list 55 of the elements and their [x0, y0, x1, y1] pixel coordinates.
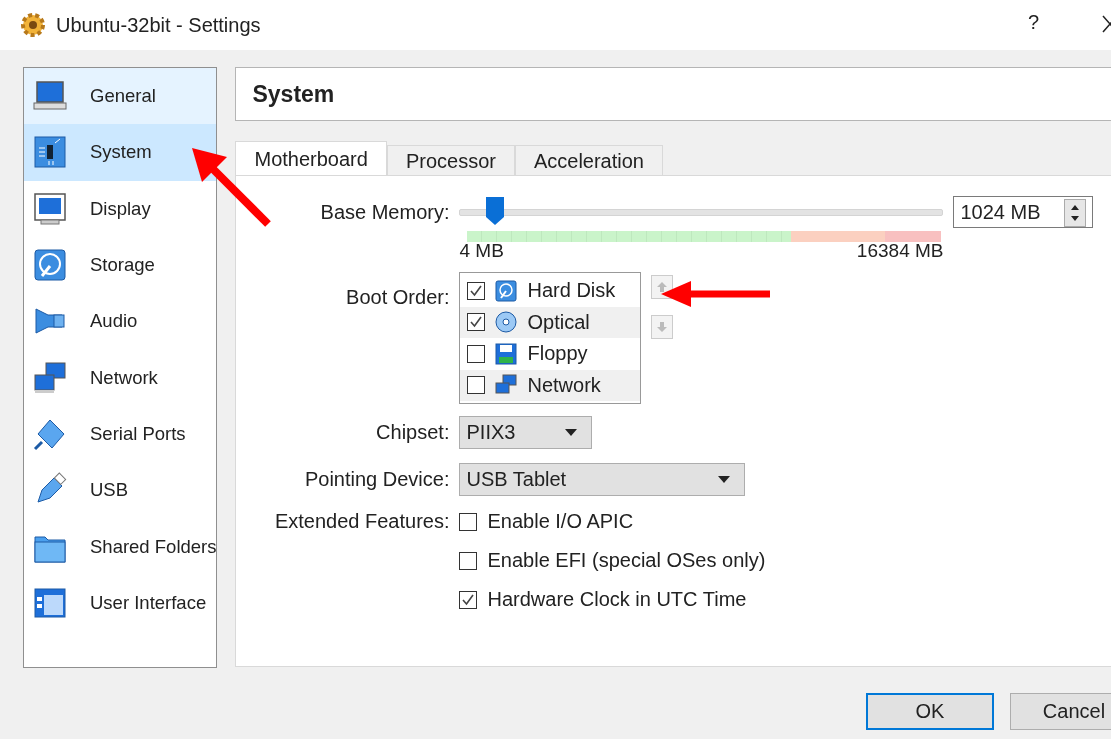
- checkbox-label: Enable EFI (special OSes only): [487, 549, 766, 572]
- checkbox[interactable]: [459, 512, 478, 531]
- up-arrow-icon: [656, 281, 669, 293]
- checkbox[interactable]: [467, 344, 486, 363]
- scale-label: 16384 MB: [856, 240, 944, 262]
- spin-arrows-icon[interactable]: [1064, 199, 1087, 227]
- sidebar-item[interactable]: Audio: [24, 293, 217, 350]
- sidebar-item[interactable]: Serial Ports: [24, 405, 217, 463]
- boot-device-label: Floppy: [527, 342, 588, 366]
- disc-icon: [494, 310, 519, 335]
- pointing-device-dropdown[interactable]: USB Tablet: [459, 463, 746, 496]
- field-label: Base Memory:: [319, 200, 451, 224]
- field-label: Chipset:: [375, 421, 451, 444]
- page-header: System: [235, 67, 1111, 121]
- tab[interactable]: Motherboard: [235, 141, 387, 176]
- checkbox-label: Hardware Clock in UTC Time: [487, 588, 747, 611]
- sidebar-item[interactable]: System: [24, 124, 217, 181]
- sidebar-item[interactable]: User Interface: [24, 574, 217, 631]
- scale-label: 4 MB: [459, 240, 504, 262]
- tab[interactable]: Processor: [386, 145, 515, 176]
- window-title: Ubuntu-32bit - Settings: [56, 13, 261, 37]
- caret-icon: [718, 476, 731, 483]
- sidebar-item[interactable]: Shared Folders: [24, 518, 217, 575]
- network-icon: [32, 359, 68, 396]
- chipset-dropdown[interactable]: PIIX3: [459, 416, 593, 449]
- chip-icon: [32, 134, 68, 171]
- floppy-icon: [494, 341, 519, 366]
- checkbox[interactable]: [467, 313, 486, 332]
- field-label: Pointing Device:: [303, 468, 451, 491]
- dialog-button[interactable]: Cancel: [1010, 693, 1111, 730]
- boot-device-label: Optical: [527, 310, 590, 334]
- sidebar-item[interactable]: USB: [24, 462, 217, 519]
- slider-thumb[interactable]: [485, 196, 506, 226]
- caret-icon: [565, 429, 578, 436]
- checkbox[interactable]: [459, 590, 478, 609]
- checkbox[interactable]: [459, 551, 478, 570]
- monitor-icon: [32, 190, 68, 227]
- checkbox[interactable]: [467, 376, 486, 395]
- sidebar-item[interactable]: Network: [24, 349, 217, 406]
- sidebar-item[interactable]: Storage: [24, 236, 217, 294]
- checkbox-label: Enable I/O APIC: [487, 510, 634, 533]
- field-label: Extended Features:: [273, 509, 451, 534]
- gear-icon: [20, 12, 46, 38]
- memory-slider[interactable]: [459, 196, 944, 228]
- boot-device-label: Network: [527, 373, 601, 397]
- help-button[interactable]: ?: [1028, 11, 1040, 34]
- dialog-button[interactable]: OK: [866, 693, 994, 730]
- field-label: Boot Order:: [345, 285, 451, 309]
- boot-device-label: Hard Disk: [527, 279, 616, 303]
- tab[interactable]: Acceleration: [514, 145, 663, 176]
- down-arrow-icon: [656, 321, 669, 333]
- sidebar-item[interactable]: General: [24, 68, 217, 125]
- memory-spinbox[interactable]: 1024 MB: [953, 196, 1094, 228]
- sidebar-item[interactable]: Display: [24, 180, 217, 237]
- checkbox[interactable]: [467, 281, 486, 300]
